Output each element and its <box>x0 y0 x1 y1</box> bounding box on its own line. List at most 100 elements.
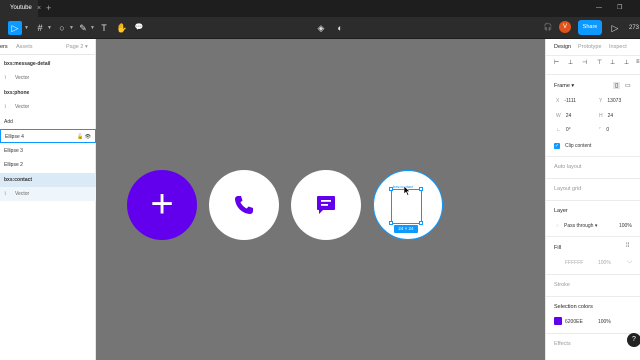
zoom-level[interactable]: 273 <box>629 17 639 39</box>
divider <box>546 74 640 75</box>
divider <box>546 274 640 275</box>
chevron-down-icon[interactable]: ▼ <box>47 21 52 35</box>
layer-row-selected[interactable]: bxs:contact <box>0 173 96 187</box>
phone-circle[interactable] <box>209 170 279 240</box>
effects-section[interactable]: Effects <box>554 341 571 347</box>
divider <box>546 333 640 334</box>
headphones-icon[interactable]: 🎧 <box>542 21 554 35</box>
radius-field[interactable]: ⌜ 0 <box>599 127 609 133</box>
dimension-badge: 24 × 24 <box>394 225 418 233</box>
layer-row[interactable]: Add <box>0 115 96 129</box>
layer-row[interactable]: ⌇ Vector <box>0 100 96 114</box>
message-detail-icon <box>317 196 335 214</box>
selection-color-opacity[interactable]: 100% <box>598 319 611 325</box>
stroke-section[interactable]: Stroke <box>554 282 570 288</box>
resize-handle[interactable] <box>419 187 423 191</box>
tab-layers[interactable]: ers <box>0 39 8 55</box>
vector-icon: ⌇ <box>4 75 7 81</box>
close-tab-icon[interactable]: × <box>37 0 41 17</box>
align-bottom-icon[interactable]: ⊥ <box>624 59 629 66</box>
resize-handle[interactable] <box>389 187 393 191</box>
resize-handle[interactable] <box>419 221 423 225</box>
layout-grid-section[interactable]: Layout grid <box>554 186 581 192</box>
present-icon[interactable]: ▷ <box>609 21 621 35</box>
properties-panel: Design Prototype Inspect ⊢ ⊥ ⊣ ⊤ ⊥ ⊥ ≡ F… <box>545 39 640 360</box>
help-icon[interactable]: ? <box>627 333 640 347</box>
tab-assets[interactable]: Assets <box>16 39 33 55</box>
landscape-icon[interactable]: ▭ <box>625 82 631 89</box>
shape-tool-icon[interactable]: ○ <box>56 21 68 35</box>
divider <box>546 296 640 297</box>
layer-row[interactable]: ⌇ Vector <box>0 71 96 85</box>
share-button[interactable]: Share <box>578 20 602 35</box>
divider <box>546 55 640 56</box>
minimize-icon[interactable]: — <box>596 0 602 17</box>
restore-icon[interactable]: ❐ <box>617 0 622 17</box>
auto-layout-section[interactable]: Auto layout <box>554 164 582 170</box>
layer-opacity[interactable]: 100% <box>619 223 632 229</box>
layer-row[interactable]: ⌇ Vector <box>0 187 96 201</box>
chevron-down-icon[interactable]: ▼ <box>90 21 95 35</box>
lock-visibility-icons[interactable]: 🔓 👁 <box>77 130 91 144</box>
align-center-h-icon[interactable]: ⊥ <box>568 59 573 66</box>
tab-inspect[interactable]: Inspect <box>609 39 627 55</box>
layer-row[interactable]: Ellipse 2 <box>0 158 96 172</box>
x-field[interactable]: X -1111 <box>556 98 576 104</box>
resize-handle[interactable] <box>389 221 393 225</box>
page-selector[interactable]: Page 2 ▾ <box>66 39 88 55</box>
layer-row[interactable]: bxs:message-detail <box>0 57 96 71</box>
rotation-icon: ∟ <box>556 127 561 133</box>
move-tool-icon[interactable]: ▷ <box>8 21 22 35</box>
canvas[interactable]: + bxs:contact 24 × 24 <box>96 39 545 360</box>
fill-section-title: Fill <box>554 245 562 251</box>
chevron-down-icon[interactable]: ▼ <box>24 21 29 35</box>
layers-panel-tabs: ers Assets Page 2 ▾ <box>0 39 96 55</box>
pen-tool-icon[interactable]: ✎ <box>77 21 89 35</box>
tab-design[interactable]: Design <box>554 39 571 55</box>
phone-icon <box>235 196 253 214</box>
visibility-icon[interactable]: ◡ <box>627 257 632 264</box>
selection-colors-title: Selection colors <box>554 304 593 310</box>
layer-row[interactable]: bxs:phone <box>0 86 96 100</box>
chevron-down-icon[interactable]: ▼ <box>69 21 74 35</box>
frame-tool-icon[interactable]: # <box>34 21 46 35</box>
clip-content-label: Clip content <box>565 143 592 149</box>
blend-mode-select[interactable]: ◌ Pass through ▾ <box>556 223 597 229</box>
text-tool-icon[interactable]: T <box>98 21 110 35</box>
avatar[interactable]: V <box>559 21 571 33</box>
align-right-icon[interactable]: ⊣ <box>582 59 587 66</box>
tab-prototype[interactable]: Prototype <box>578 39 602 55</box>
vector-icon: ⌇ <box>4 104 7 110</box>
fill-opacity[interactable]: 100% <box>598 260 611 266</box>
align-left-icon[interactable]: ⊢ <box>554 59 559 66</box>
add-circle[interactable]: + <box>127 170 197 240</box>
hand-tool-icon[interactable]: ✋ <box>116 21 128 35</box>
layer-row-hovered[interactable]: Ellipse 4 🔓 👁 <box>0 129 96 143</box>
align-top-icon[interactable]: ⊤ <box>597 59 602 66</box>
style-grid-icon[interactable]: ⁞⁞ <box>626 243 629 249</box>
blend-icon: ◌ <box>556 223 559 229</box>
message-circle[interactable] <box>291 170 361 240</box>
selection-color-hex[interactable]: 6200EE <box>565 319 583 325</box>
distribute-icon[interactable]: ≡ <box>636 59 640 65</box>
rotation-field[interactable]: ∟ 0° <box>556 127 571 133</box>
color-swatch[interactable] <box>554 317 562 325</box>
fill-hex[interactable]: FFFFFF <box>565 260 583 266</box>
height-field[interactable]: H 24 <box>599 113 613 119</box>
layer-row[interactable]: Ellipse 3 <box>0 144 96 158</box>
frame-section-title[interactable]: Frame ▾ <box>554 83 574 89</box>
portrait-icon[interactable]: ▯ <box>613 82 621 89</box>
divider <box>546 236 640 237</box>
component-icon[interactable]: ◈ <box>315 21 327 35</box>
width-field[interactable]: W 24 <box>556 113 571 119</box>
layers-panel: ers Assets Page 2 ▾ bxs:message-detail ⌇… <box>0 39 96 360</box>
title-bar: Youtube × + — ❐ <box>0 0 640 17</box>
y-field[interactable]: Y 13073 <box>599 98 621 104</box>
theme-mode-icon[interactable]: ◐ <box>334 21 346 35</box>
new-tab-icon[interactable]: + <box>46 0 51 17</box>
comment-tool-icon[interactable]: 💬 <box>133 21 145 35</box>
align-middle-v-icon[interactable]: ⊥ <box>610 59 615 66</box>
file-tab[interactable]: Youtube <box>0 0 38 17</box>
clip-content-checkbox[interactable]: ✓ <box>554 143 560 149</box>
file-tab-label: Youtube <box>10 5 32 11</box>
